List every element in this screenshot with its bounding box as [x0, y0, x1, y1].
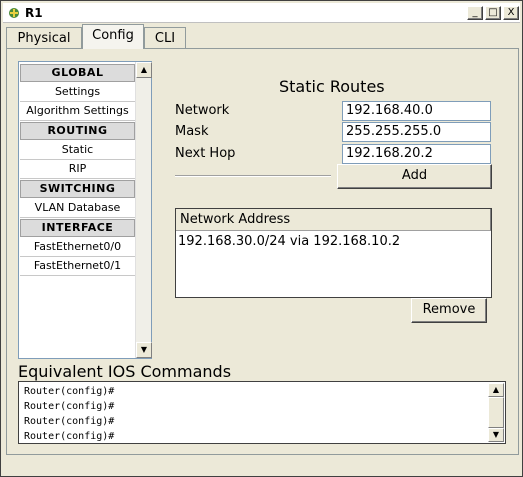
tab-config[interactable]: Config — [82, 24, 144, 49]
separator — [175, 175, 331, 177]
scroll-down-icon[interactable]: ▼ — [136, 342, 152, 358]
ios-line: Router(config)# — [24, 431, 115, 442]
ios-line: Router(config)# — [24, 386, 115, 397]
tab-cli[interactable]: CLI — [144, 27, 186, 48]
nav-item-fastethernet0-1[interactable]: FastEthernet0/1 — [20, 257, 135, 276]
network-address-header[interactable]: Network Address — [176, 209, 491, 231]
table-row[interactable]: 192.168.30.0/24 via 192.168.10.2 — [176, 231, 491, 249]
window-title: R1 — [25, 6, 43, 20]
add-button[interactable]: Add — [337, 164, 492, 189]
nav-header-switching: SWITCHING — [20, 180, 135, 198]
nav-scrollbar[interactable]: ▲ ▼ — [135, 62, 152, 358]
next-hop-input[interactable]: 192.168.20.2 — [342, 144, 491, 164]
router-icon — [7, 6, 21, 20]
nav-item-algorithm-settings[interactable]: Algorithm Settings — [20, 102, 135, 121]
close-button[interactable]: X — [503, 6, 519, 20]
minimize-button[interactable]: _ — [467, 6, 483, 20]
nav-item-vlan-database[interactable]: VLAN Database — [20, 199, 135, 218]
ios-commands-output: Router(config)# Router(config)# Router(c… — [18, 381, 506, 444]
network-input[interactable]: 192.168.40.0 — [342, 101, 491, 121]
mask-label: Mask — [175, 124, 209, 139]
static-routes-title: Static Routes — [279, 77, 385, 96]
nav-item-rip[interactable]: RIP — [20, 160, 135, 179]
nav-header-global: GLOBAL — [20, 64, 135, 82]
nav-item-settings[interactable]: Settings — [20, 83, 135, 102]
routes-table: Network Address 192.168.30.0/24 via 192.… — [175, 208, 492, 298]
scroll-down-icon[interactable]: ▼ — [488, 428, 504, 442]
window: R1 _ □ X Physical Config CLI GLOBAL Sett… — [0, 0, 523, 477]
scroll-thumb[interactable] — [488, 397, 504, 428]
scroll-up-icon[interactable]: ▲ — [136, 62, 152, 78]
title-bar: R1 _ □ X — [3, 3, 520, 23]
network-label: Network — [175, 103, 230, 118]
ios-scrollbar[interactable]: ▲ ▼ — [488, 383, 504, 442]
nav-item-fastethernet0-0[interactable]: FastEthernet0/0 — [20, 238, 135, 257]
maximize-button[interactable]: □ — [485, 6, 501, 20]
ios-line: Router(config)# — [24, 416, 115, 427]
nav-header-routing: ROUTING — [20, 122, 135, 140]
nav-header-interface: INTERFACE — [20, 219, 135, 237]
tab-physical[interactable]: Physical — [6, 27, 82, 48]
nav-item-static[interactable]: Static — [20, 141, 135, 160]
ios-commands-title: Equivalent IOS Commands — [18, 362, 232, 381]
mask-input[interactable]: 255.255.255.0 — [342, 122, 491, 142]
remove-button[interactable]: Remove — [411, 298, 487, 323]
ios-line: Router(config)# — [24, 401, 115, 412]
next-hop-label: Next Hop — [175, 146, 236, 161]
config-nav-list: GLOBAL Settings Algorithm Settings ROUTI… — [18, 61, 152, 359]
scroll-up-icon[interactable]: ▲ — [488, 383, 504, 397]
